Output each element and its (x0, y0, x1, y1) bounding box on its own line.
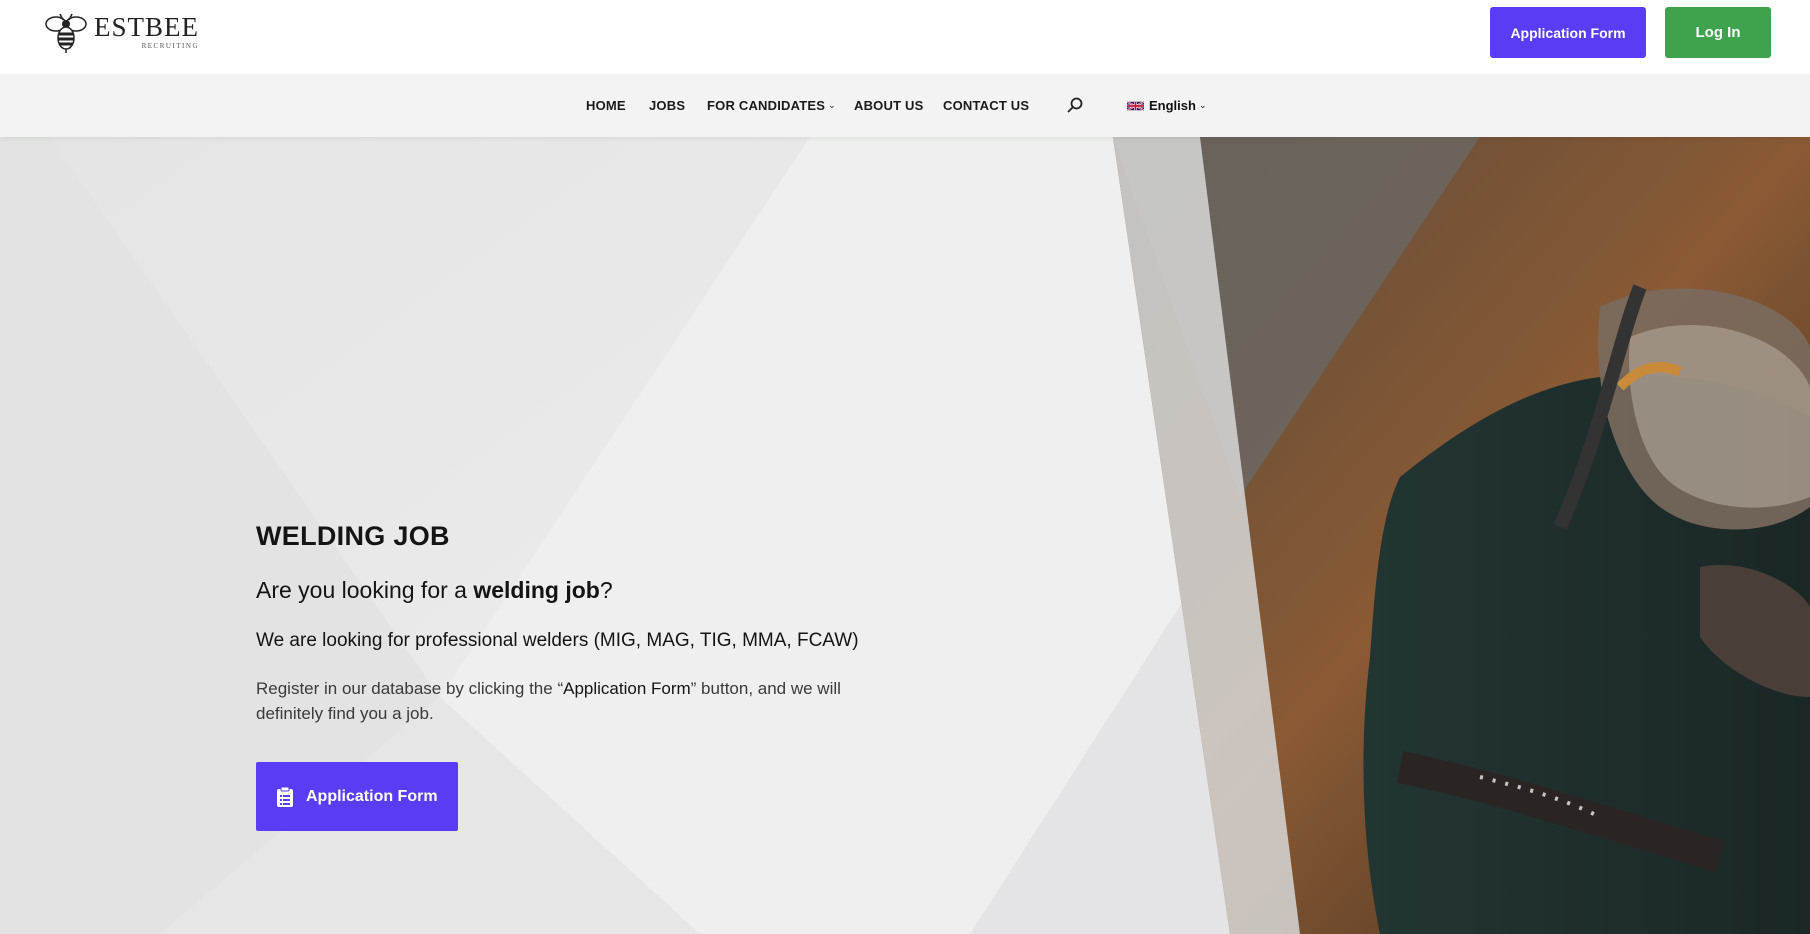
hero-title: WELDING JOB (256, 521, 450, 551)
nav-for-candidates-label: FOR CANDIDATES (707, 98, 826, 113)
chevron-down-icon: ⌄ (1198, 100, 1207, 110)
login-button[interactable]: Log In (1665, 7, 1771, 58)
hero-body-emphasis: Application Form (563, 679, 691, 698)
uk-flag-icon (1127, 100, 1144, 111)
hero-question: Are you looking for a welding job? (256, 577, 613, 604)
hero-section: WELDING JOB Are you looking for a weldin… (0, 137, 1810, 934)
main-navigation: HOME JOBS FOR CANDIDATES ⌄ ABOUT US CONT… (0, 74, 1810, 137)
chevron-down-icon: ⌄ (828, 100, 836, 110)
hero-question-suffix: ? (599, 577, 613, 603)
search-icon[interactable] (1066, 96, 1084, 114)
bee-logo-icon (45, 13, 87, 53)
hero-application-form-button[interactable]: Application Form (256, 762, 458, 831)
logo-subtitle: RECRUITING (141, 42, 199, 50)
nav-jobs[interactable]: JOBS (649, 74, 685, 137)
hero-question-bold: welding job (473, 577, 600, 603)
nav-home[interactable]: HOME (586, 74, 626, 137)
language-label: English (1149, 98, 1196, 113)
hero-subtitle: We are looking for professional welders … (256, 630, 859, 651)
clipboard-icon (277, 786, 293, 807)
nav-about-us[interactable]: ABOUT US (854, 74, 924, 137)
hero-description: Register in our database by clicking the… (256, 676, 896, 726)
logo-name: ESTBEE (94, 12, 199, 42)
language-selector[interactable]: English ⌄ (1127, 74, 1207, 137)
nav-for-candidates[interactable]: FOR CANDIDATES ⌄ (707, 74, 836, 137)
application-form-button[interactable]: Application Form (1490, 7, 1646, 58)
hero-question-prefix: Are you looking for a (256, 577, 474, 603)
hero-body-prefix: Register in our database by clicking the… (256, 679, 564, 698)
hero-application-form-label: Application Form (306, 787, 438, 805)
nav-contact-us[interactable]: CONTACT US (943, 74, 1029, 137)
top-bar: ESTBEE RECRUITING Application Form Log I… (0, 0, 1810, 74)
site-logo[interactable]: ESTBEE RECRUITING (44, 10, 199, 54)
